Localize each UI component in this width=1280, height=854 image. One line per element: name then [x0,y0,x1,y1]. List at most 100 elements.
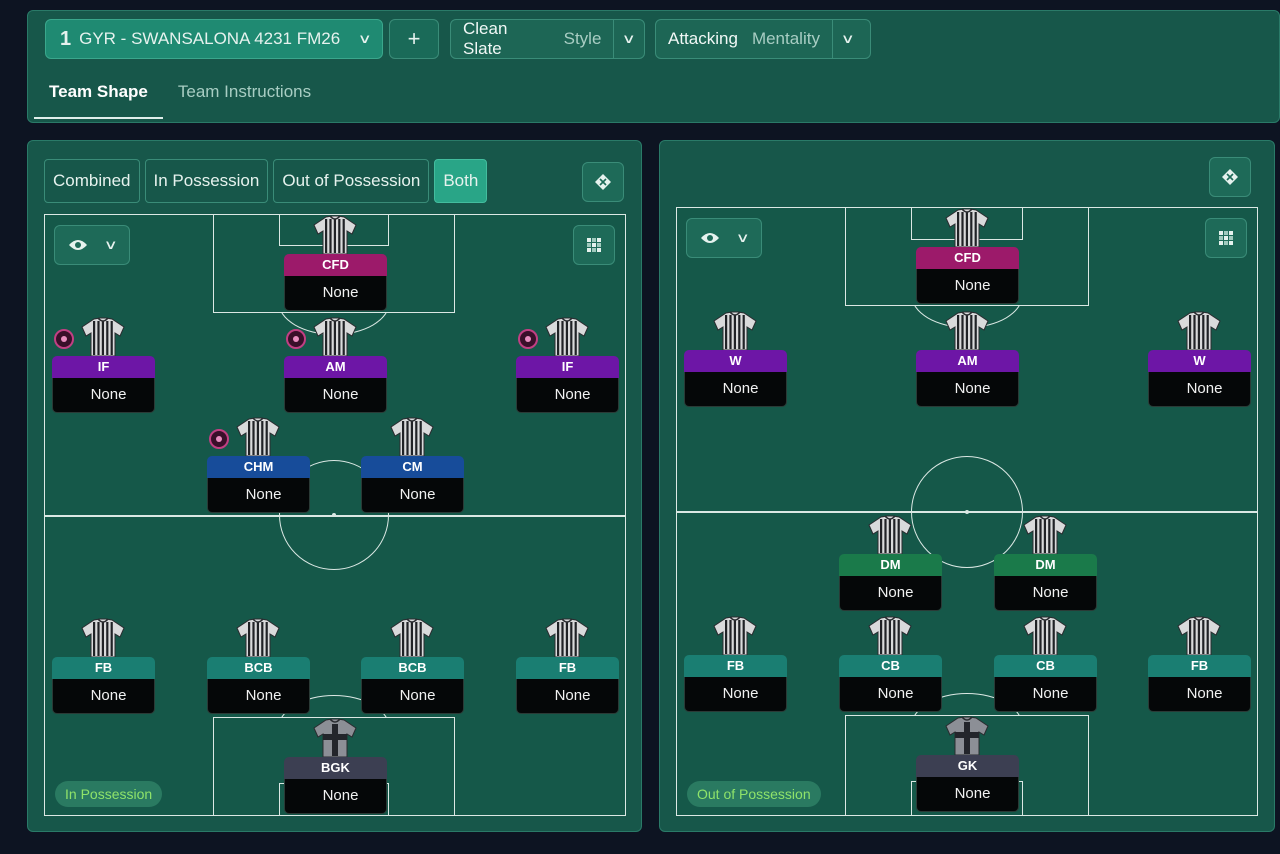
chevron-down-icon[interactable]: ∨ [831,20,863,58]
role-label: AM [916,350,1019,372]
role-label: IF [516,356,619,378]
striped-shirt-icon [712,616,758,656]
striped-shirt-icon [312,215,358,255]
tactics-board-button[interactable] [582,162,624,202]
player-slot-cb[interactable]: CB None [994,616,1097,716]
tactic-header: 1 GYR - SWANSALONA 4231 FM26 ∨ + Clean S… [27,10,1280,123]
role-label: BGK [284,757,387,779]
role-label: IF [52,356,155,378]
player-name: None [994,677,1097,712]
tactic-number: 1 [60,27,72,50]
striped-shirt-icon [1176,311,1222,351]
eye-icon [701,233,720,243]
player-name: None [916,269,1019,304]
striped-shirt-icon [1176,616,1222,656]
phase-label: In Possession [55,781,163,807]
centre-spot [332,513,336,517]
role-label: W [1148,350,1251,372]
mentality-dropdown[interactable]: Attacking Mentality ∨ [655,19,871,59]
player-slot-am[interactable]: AM None [916,311,1019,411]
style-label: Style [563,29,602,48]
player-name: None [361,478,464,513]
striped-shirt-icon [389,417,435,457]
player-slot-cfd[interactable]: CFD None [284,215,387,315]
chevron-down-icon: ∨ [103,237,119,252]
player-name: None [207,679,310,714]
grid-view-button[interactable] [1205,218,1247,258]
player-instruction-icon[interactable] [209,429,229,449]
player-instruction-icon[interactable] [286,329,306,349]
out-of-possession-panel: ∨ CFD None W None AM None W None DM None DM None FB N… [659,140,1275,832]
add-tactic-button[interactable]: + [389,19,439,59]
player-slot-gk[interactable]: GK None [916,716,1019,815]
visibility-dropdown[interactable]: ∨ [686,218,762,258]
view-in-possession-button[interactable]: In Possession [144,159,269,203]
tactic-name: GYR - SWANSALONA 4231 FM26 [79,29,341,48]
player-slot-fb[interactable]: FB None [52,618,155,718]
role-label: CB [994,655,1097,677]
striped-shirt-icon [80,317,126,357]
player-slot-dm[interactable]: DM None [994,515,1097,615]
tab-team-shape[interactable]: Team Shape [34,67,163,119]
player-slot-am[interactable]: AM None [284,317,387,417]
player-name: None [361,679,464,714]
player-name: None [207,478,310,513]
view-out-of-possession-button[interactable]: Out of Possession [273,159,430,203]
phase-label: Out of Possession [687,781,821,807]
player-name: None [839,677,942,712]
striped-shirt-icon [80,618,126,658]
visibility-dropdown[interactable]: ∨ [54,225,130,265]
striped-shirt-icon [389,618,435,658]
role-label: CFD [916,247,1019,269]
chevron-down-icon[interactable]: ∨ [613,20,644,58]
player-slot-if[interactable]: IF None [516,317,619,417]
player-name: None [52,679,155,714]
role-label: CHM [207,456,310,478]
chevron-down-icon: ∨ [735,230,751,245]
striped-shirt-icon [944,311,990,351]
striped-shirt-icon [867,515,913,555]
player-slot-fb[interactable]: FB None [684,616,787,716]
player-slot-chm[interactable]: CHM None [207,417,310,517]
player-name: None [52,378,155,413]
player-slot-bcb[interactable]: BCB None [207,618,310,718]
player-slot-cb[interactable]: CB None [839,616,942,716]
role-label: W [684,350,787,372]
player-slot-cfd[interactable]: CFD None [916,208,1019,308]
role-label: FB [52,657,155,679]
player-slot-if[interactable]: IF None [52,317,155,417]
player-name: None [916,372,1019,407]
pitch: ∨ CFD None W None AM None W None DM None DM None FB N… [676,207,1258,816]
style-value: Clean Slate [463,19,508,58]
player-name: None [1148,677,1251,712]
player-slot-fb[interactable]: FB None [516,618,619,718]
view-both-button[interactable]: Both [434,159,488,203]
grid-view-button[interactable] [573,225,615,265]
player-name: None [516,679,619,714]
tactic-selector[interactable]: 1 GYR - SWANSALONA 4231 FM26 ∨ [45,19,383,59]
tab-bar: Team Shape Team Instructions [34,67,326,119]
player-slot-w[interactable]: W None [1148,311,1251,411]
striped-shirt-icon [235,618,281,658]
tactics-board-button[interactable] [1209,157,1251,197]
role-label: DM [994,554,1097,576]
player-slot-fb[interactable]: FB None [1148,616,1251,716]
player-slot-bgk[interactable]: BGK None [284,718,387,815]
tab-team-instructions[interactable]: Team Instructions [163,67,326,119]
player-slot-cm[interactable]: CM None [361,417,464,517]
striped-shirt-icon [1022,515,1068,555]
style-dropdown[interactable]: Clean Slate Style ∨ [450,19,645,59]
player-instruction-icon[interactable] [54,329,74,349]
striped-shirt-icon [712,311,758,351]
striped-shirt-icon [235,417,281,457]
striped-shirt-icon [544,618,590,658]
striped-shirt-icon [944,208,990,248]
player-slot-w[interactable]: W None [684,311,787,411]
player-instruction-icon[interactable] [518,329,538,349]
role-label: BCB [361,657,464,679]
view-combined-button[interactable]: Combined [44,159,140,203]
player-slot-dm[interactable]: DM None [839,515,942,615]
player-name: None [516,378,619,413]
plus-icon: + [407,26,421,51]
player-slot-bcb[interactable]: BCB None [361,618,464,718]
